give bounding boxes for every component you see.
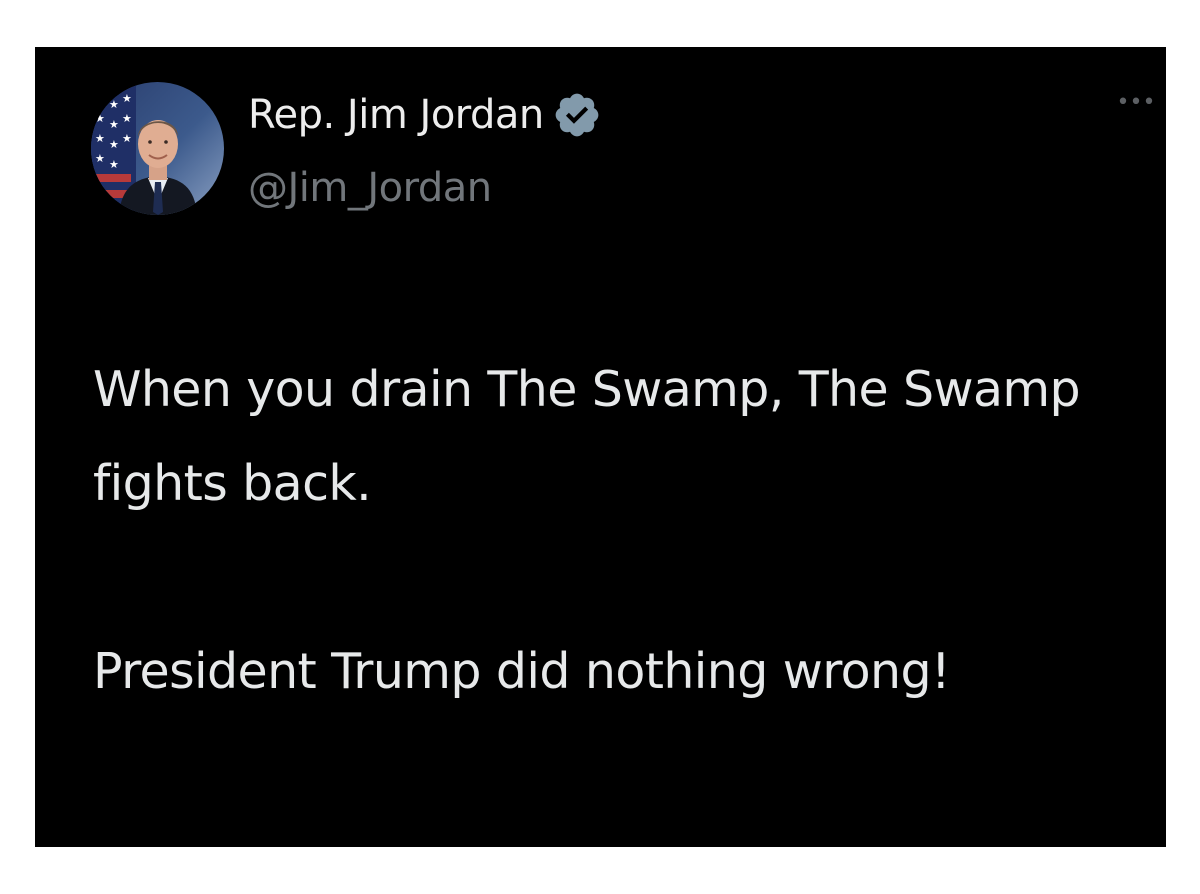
- author-handle[interactable]: @Jim_Jordan: [248, 165, 492, 211]
- author-name-row[interactable]: Rep. Jim Jordan: [248, 81, 602, 149]
- svg-text:★: ★: [109, 98, 119, 111]
- tweet-card: ★ ★ ★ ★ ★ ★ ★ ★ ★ ★ ★ Rep. Jim Jordan @J…: [35, 47, 1166, 847]
- verified-badge-icon: [552, 90, 602, 140]
- svg-text:★: ★: [122, 112, 132, 125]
- more-dots-icon[interactable]: •••: [1114, 92, 1158, 114]
- svg-text:★: ★: [95, 92, 105, 105]
- svg-text:★: ★: [122, 92, 132, 105]
- tweet-paragraph: When you drain The Swamp, The Swamp figh…: [93, 361, 1081, 512]
- svg-text:★: ★: [95, 132, 105, 145]
- tweet-paragraph: President Trump did nothing wrong!: [93, 643, 951, 700]
- svg-text:★: ★: [109, 138, 119, 151]
- svg-text:★: ★: [122, 132, 132, 145]
- svg-text:★: ★: [109, 158, 119, 171]
- author-display-name[interactable]: Rep. Jim Jordan: [248, 92, 544, 138]
- profile-photo-icon: ★ ★ ★ ★ ★ ★ ★ ★ ★ ★ ★: [91, 82, 224, 215]
- svg-text:★: ★: [109, 118, 119, 131]
- svg-text:★: ★: [95, 112, 105, 125]
- tweet-body: When you drain The Swamp, The Swamp figh…: [93, 343, 1133, 719]
- svg-text:★: ★: [95, 152, 105, 165]
- avatar[interactable]: ★ ★ ★ ★ ★ ★ ★ ★ ★ ★ ★: [91, 82, 224, 215]
